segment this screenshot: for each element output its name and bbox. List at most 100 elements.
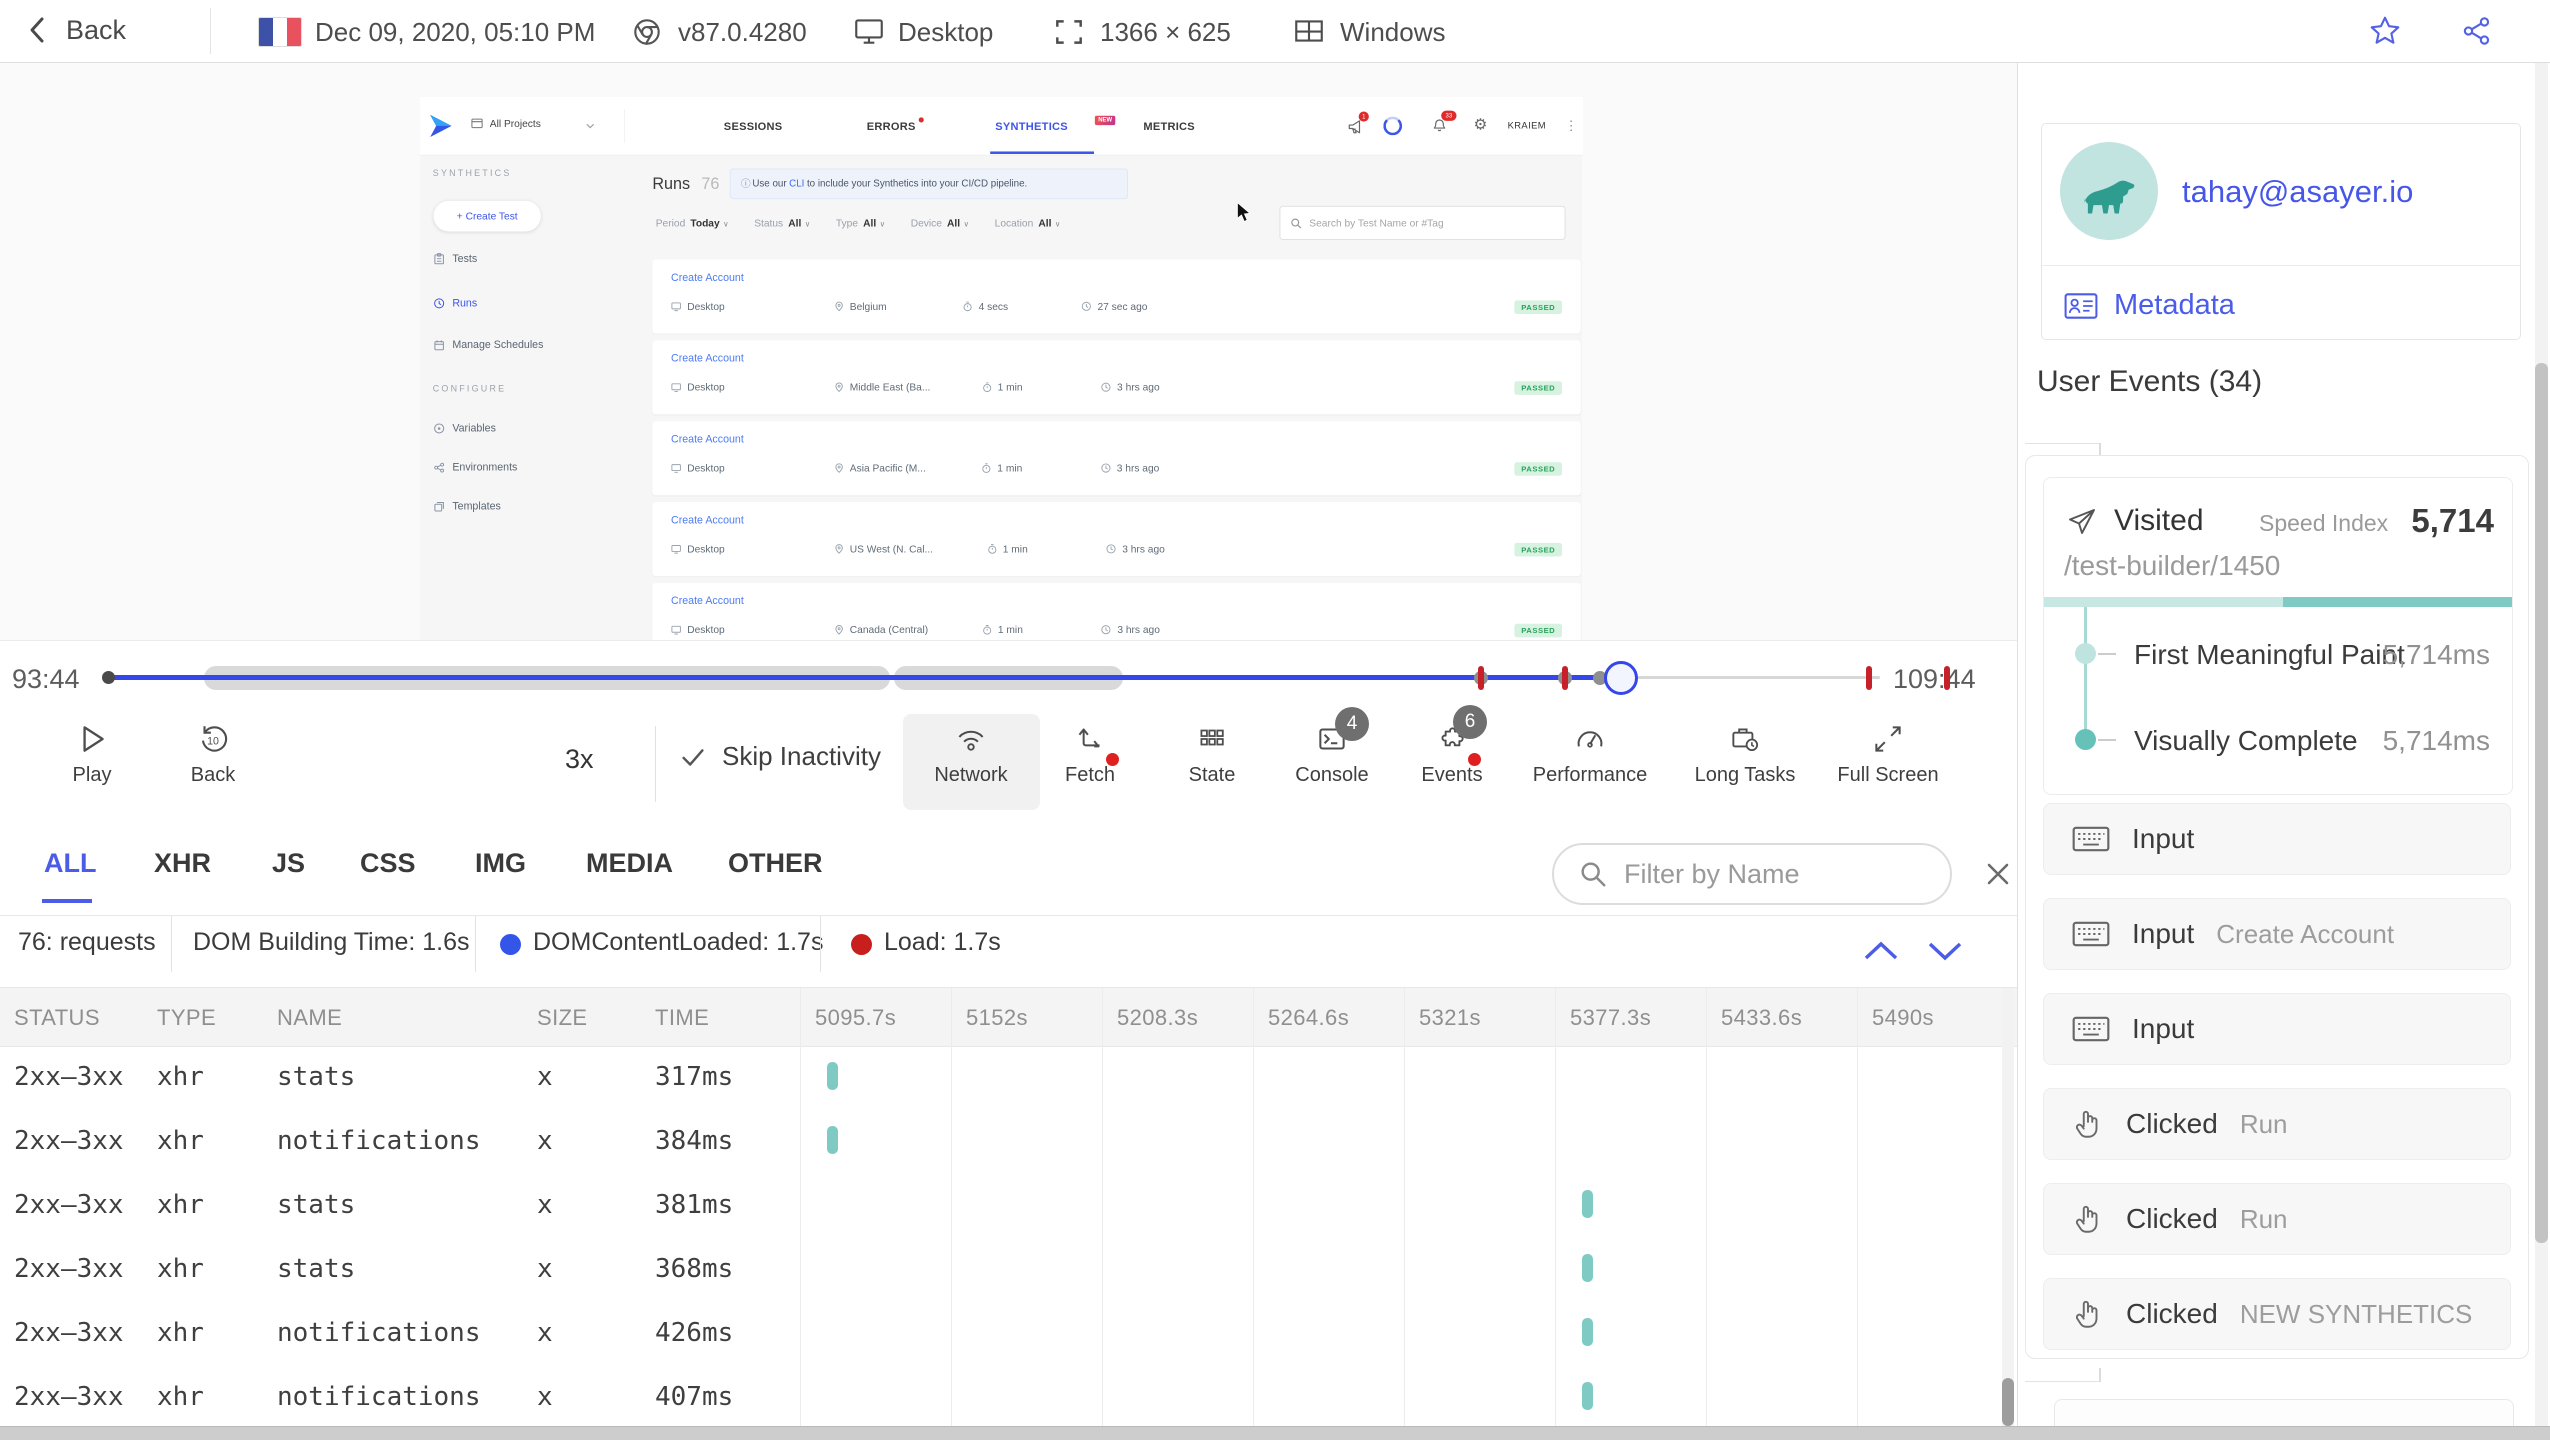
table-scrollbar-track[interactable] bbox=[2002, 988, 2014, 1426]
sidebar-item-label: Variables bbox=[452, 422, 496, 434]
cell-name: stats bbox=[277, 1062, 356, 1092]
cell-type: xhr bbox=[157, 1382, 204, 1412]
sidebar-item-variables[interactable]: Variables bbox=[434, 420, 496, 437]
filter-label: Location bbox=[994, 216, 1034, 229]
error-marker[interactable] bbox=[1866, 666, 1872, 690]
rail-line bbox=[2025, 443, 2099, 444]
input-event-card[interactable]: Input bbox=[2043, 803, 2511, 875]
cell-status: 2xx–3xx bbox=[14, 1062, 124, 1092]
sidebar-item-environments[interactable]: Environments bbox=[434, 459, 517, 476]
events-button[interactable]: Events bbox=[1387, 721, 1517, 787]
tab-metrics[interactable]: METRICS bbox=[1143, 120, 1195, 133]
metadata-button[interactable]: Metadata bbox=[2064, 289, 2235, 322]
run-card[interactable]: Create Account Desktop Middle East (Ba..… bbox=[652, 340, 1581, 415]
fetch-button[interactable]: Fetch bbox=[1025, 721, 1155, 787]
speed-toggle[interactable]: 3x bbox=[565, 744, 594, 775]
tab-css[interactable]: CSS bbox=[360, 848, 416, 879]
state-button[interactable]: State bbox=[1147, 721, 1277, 787]
create-test-button[interactable]: + Create Test bbox=[433, 200, 541, 232]
visited-event-card[interactable]: Visited Speed Index 5,714 /test-builder/… bbox=[2043, 477, 2513, 795]
next-marker-chevron[interactable] bbox=[1922, 938, 1968, 964]
sidebar-scrollbar-thumb[interactable] bbox=[2535, 363, 2548, 1243]
tab-errors[interactable]: ERRORS bbox=[867, 120, 916, 133]
run-test-name[interactable]: Create Account bbox=[671, 433, 744, 445]
prev-marker-chevron[interactable] bbox=[1858, 938, 1904, 964]
filter-period[interactable]: Period Today ∨ bbox=[656, 215, 729, 230]
favorite-star-icon[interactable] bbox=[2368, 14, 2402, 48]
filter-status[interactable]: Status All ∨ bbox=[754, 215, 810, 230]
long-tasks-button[interactable]: Long Tasks bbox=[1680, 721, 1810, 787]
horizontal-scrollbar[interactable] bbox=[0, 1426, 2550, 1440]
table-row[interactable]: 2xx–3xx xhr notifications x 426ms bbox=[0, 1302, 2000, 1366]
error-marker[interactable] bbox=[1478, 666, 1484, 690]
click-event-card[interactable]: Clicked Run bbox=[2043, 1088, 2511, 1160]
divider bbox=[210, 8, 211, 54]
tab-sessions[interactable]: SESSIONS bbox=[724, 120, 783, 133]
run-location: Middle East (Ba... bbox=[849, 381, 931, 394]
table-row[interactable]: 2xx–3xx xhr notifications x 384ms bbox=[0, 1110, 2000, 1174]
errors-dot bbox=[918, 117, 924, 123]
filter-value: All bbox=[788, 216, 802, 229]
tab-all[interactable]: ALL bbox=[44, 848, 96, 879]
run-ago: 3 hrs ago bbox=[1122, 542, 1165, 555]
tab-other[interactable]: OTHER bbox=[728, 848, 823, 879]
cell-type: xhr bbox=[157, 1190, 204, 1220]
run-test-name[interactable]: Create Account bbox=[671, 595, 744, 607]
back-button[interactable]: Back bbox=[26, 14, 126, 46]
table-header: STATUS TYPE NAME SIZE TIME 5095.7s 5152s… bbox=[0, 988, 2017, 1047]
sidebar-item-templates[interactable]: Templates bbox=[434, 498, 501, 515]
table-scrollbar-thumb[interactable] bbox=[2002, 1378, 2014, 1426]
run-test-name[interactable]: Create Account bbox=[671, 514, 744, 526]
runs-icon bbox=[434, 297, 445, 308]
app-search-box[interactable]: Search by Test Name or #Tag bbox=[1279, 205, 1566, 240]
more-menu-icon[interactable]: ⋮ bbox=[1565, 118, 1578, 133]
console-button[interactable]: Console bbox=[1267, 721, 1397, 787]
filter-type[interactable]: Type All ∨ bbox=[836, 215, 885, 230]
sidebar-item-tests[interactable]: Tests bbox=[434, 250, 477, 267]
playhead[interactable] bbox=[1604, 661, 1638, 695]
sidebar-item-manage-schedules[interactable]: Manage Schedules bbox=[434, 336, 543, 353]
network-button[interactable]: Network bbox=[906, 721, 1036, 787]
cli-link[interactable]: CLI bbox=[789, 179, 804, 189]
filter-location[interactable]: Location All ∨ bbox=[995, 215, 1061, 230]
table-row[interactable]: 2xx–3xx xhr stats x 381ms bbox=[0, 1174, 2000, 1238]
user-name[interactable]: KRAIEM bbox=[1508, 121, 1546, 131]
project-selector[interactable]: All Projects bbox=[471, 117, 541, 129]
error-marker[interactable] bbox=[1944, 666, 1950, 690]
run-test-name[interactable]: Create Account bbox=[671, 352, 744, 364]
run-test-name[interactable]: Create Account bbox=[671, 271, 744, 283]
tab-img[interactable]: IMG bbox=[475, 848, 526, 879]
play-button[interactable]: Play bbox=[47, 721, 137, 787]
click-event-card[interactable]: Clicked Run bbox=[2043, 1183, 2511, 1255]
share-icon[interactable] bbox=[2460, 14, 2494, 48]
performance-button[interactable]: Performance bbox=[1525, 721, 1655, 787]
tab-synthetics[interactable]: SYNTHETICS bbox=[995, 120, 1068, 133]
click-event-card[interactable]: Clicked NEW SYNTHETICS bbox=[2043, 1278, 2511, 1350]
run-card[interactable]: Create Account Desktop Asia Pacific (M..… bbox=[652, 421, 1581, 496]
full-screen-button[interactable]: Full Screen bbox=[1823, 721, 1953, 787]
input-event-card[interactable]: Input Create Account bbox=[2043, 898, 2511, 970]
tab-js[interactable]: JS bbox=[272, 848, 305, 879]
windows-icon bbox=[1295, 20, 1323, 42]
tab-media[interactable]: MEDIA bbox=[586, 848, 673, 879]
run-card[interactable]: Create Account Desktop Canada (Central) … bbox=[652, 582, 1581, 640]
create-test-label: + Create Test bbox=[456, 210, 518, 223]
run-card[interactable]: Create Account Desktop Belgium 4 secs 27… bbox=[652, 259, 1581, 334]
table-row[interactable]: 2xx–3xx xhr stats x 368ms bbox=[0, 1238, 2000, 1302]
close-panel-icon[interactable] bbox=[1982, 858, 2014, 890]
sidebar-item-runs[interactable]: Runs bbox=[434, 294, 477, 311]
run-card[interactable]: Create Account Desktop US West (N. Cal..… bbox=[652, 502, 1581, 577]
gear-icon[interactable]: ⚙ bbox=[1474, 117, 1488, 132]
input-event-card[interactable]: Input bbox=[2043, 993, 2511, 1065]
filter-device[interactable]: Device All ∨ bbox=[911, 215, 969, 230]
rail-line bbox=[2025, 1381, 2099, 1382]
filter-input[interactable]: Filter by Name bbox=[1552, 843, 1952, 905]
table-row[interactable]: 2xx–3xx xhr stats x 317ms bbox=[0, 1046, 2000, 1110]
back-10s-button[interactable]: 10 Back bbox=[168, 721, 258, 787]
error-marker[interactable] bbox=[1562, 666, 1568, 690]
user-email[interactable]: tahay@asayer.io bbox=[2182, 174, 2413, 210]
skip-inactivity-toggle[interactable]: Skip Inactivity bbox=[678, 741, 881, 772]
tab-xhr[interactable]: XHR bbox=[154, 848, 211, 879]
metadata-label: Metadata bbox=[2114, 289, 2235, 321]
table-row[interactable]: 2xx–3xx xhr notifications x 407ms bbox=[0, 1366, 2000, 1430]
